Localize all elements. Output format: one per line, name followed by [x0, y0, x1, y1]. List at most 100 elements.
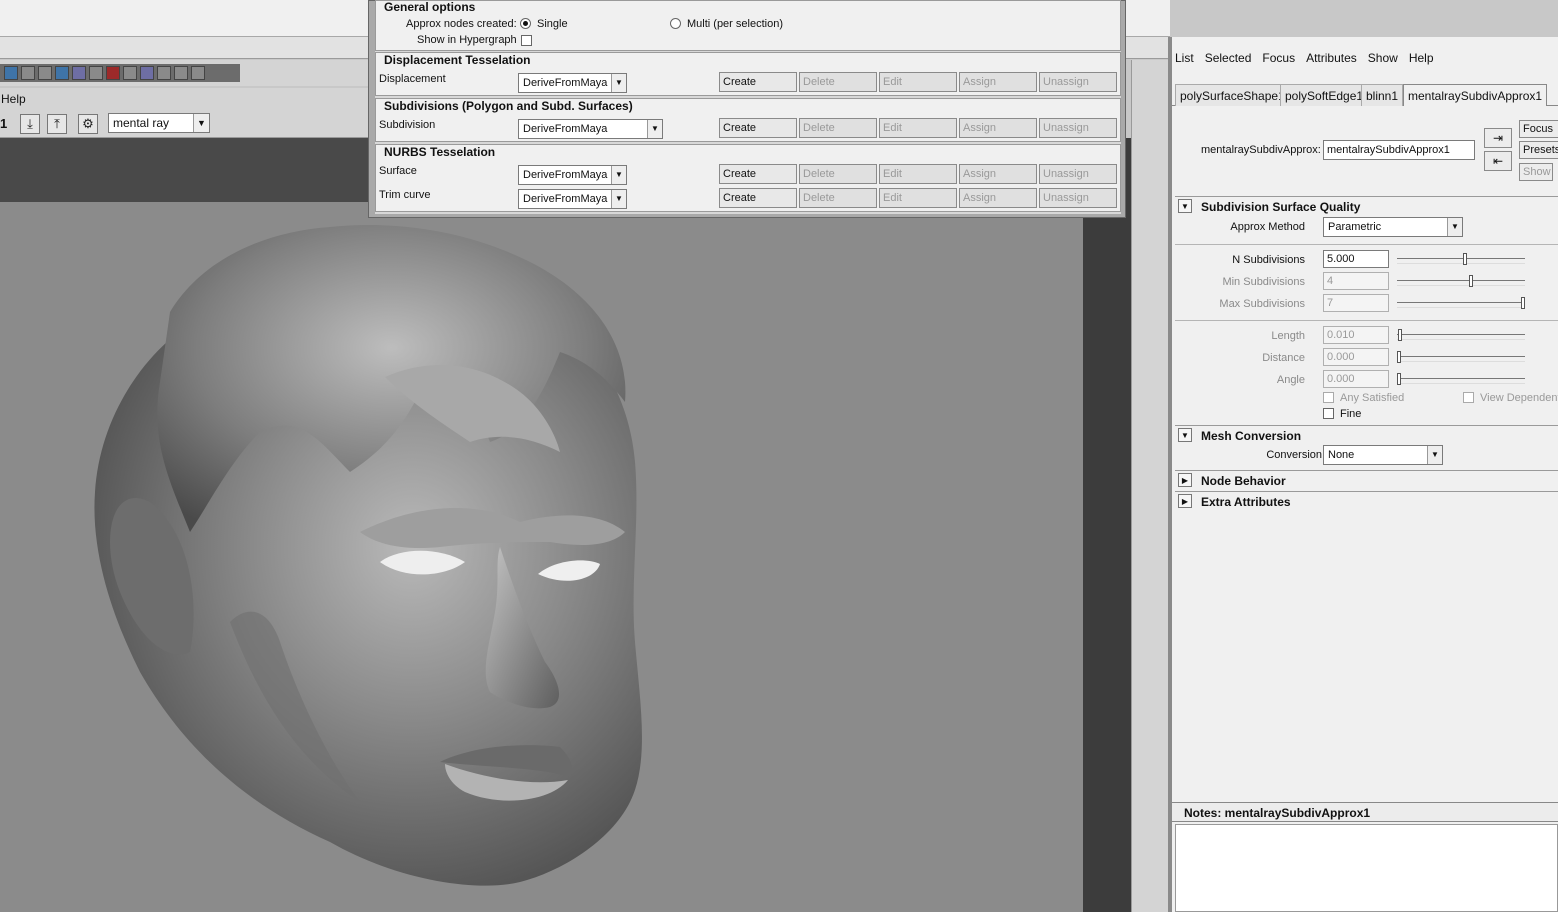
presets-button[interactable]: Presets: [1519, 141, 1558, 159]
tab-polysurfaceshape1[interactable]: polySurfaceShape1: [1175, 84, 1290, 106]
surface-select[interactable]: DeriveFromMaya ▼: [518, 165, 627, 185]
fine-label: Fine: [1340, 408, 1362, 420]
frame-mesh-conversion[interactable]: ▼ Mesh Conversion: [1175, 425, 1558, 445]
go-to-output-icon[interactable]: ⇤: [1484, 151, 1512, 171]
edit-button[interactable]: Edit: [879, 118, 957, 138]
shelf-icon[interactable]: [38, 66, 52, 80]
tab-mentalraysubdivapprox1[interactable]: mentalraySubdivApprox1: [1403, 84, 1548, 106]
unassign-button[interactable]: Unassign: [1039, 164, 1117, 184]
notes-textarea[interactable]: [1175, 824, 1558, 912]
shelf-icon[interactable]: [174, 66, 188, 80]
menu-help[interactable]: Help: [1409, 51, 1434, 71]
length-slider[interactable]: [1397, 329, 1525, 341]
tab-polysoftedge1[interactable]: polySoftEdge1: [1280, 84, 1369, 106]
menu-list[interactable]: List: [1175, 51, 1194, 71]
shelf-icon[interactable]: [191, 66, 205, 80]
collapse-arrow-icon[interactable]: ▼: [1178, 428, 1192, 442]
shelf-icon[interactable]: [140, 66, 154, 80]
slider-handle[interactable]: [1397, 351, 1401, 363]
collapse-arrow-icon[interactable]: ▼: [1178, 199, 1192, 213]
shelf-icon[interactable]: [21, 66, 35, 80]
edit-button[interactable]: Edit: [879, 72, 957, 92]
edit-button[interactable]: Edit: [879, 164, 957, 184]
view-dependent-checkbox[interactable]: [1463, 392, 1474, 403]
delete-button[interactable]: Delete: [799, 188, 877, 208]
go-to-input-icon[interactable]: ⇥: [1484, 128, 1512, 148]
menu-attributes[interactable]: Attributes: [1306, 51, 1357, 71]
assign-button[interactable]: Assign: [959, 72, 1037, 92]
frame-extra-attributes[interactable]: ▶ Extra Attributes: [1175, 491, 1558, 511]
conversion-select[interactable]: None ▼: [1323, 445, 1443, 465]
single-radio[interactable]: [520, 18, 531, 29]
focus-button[interactable]: Focus: [1519, 120, 1558, 138]
create-button[interactable]: Create: [719, 164, 797, 184]
create-button[interactable]: Create: [719, 72, 797, 92]
assign-button[interactable]: Assign: [959, 164, 1037, 184]
shelf-icons: [0, 64, 240, 82]
trim-curve-select[interactable]: DeriveFromMaya ▼: [518, 189, 627, 209]
distance-slider[interactable]: [1397, 351, 1525, 363]
n-subdivisions-field[interactable]: 5.000: [1323, 250, 1389, 268]
slider-handle[interactable]: [1469, 275, 1473, 287]
slider-handle[interactable]: [1397, 373, 1401, 385]
delete-button[interactable]: Delete: [799, 118, 877, 138]
frame-title: Subdivision Surface Quality: [1201, 200, 1361, 214]
expand-arrow-icon[interactable]: ▶: [1178, 494, 1192, 508]
tab-blinn1[interactable]: blinn1: [1361, 84, 1404, 106]
max-subdivisions-slider[interactable]: [1397, 297, 1525, 309]
help-menu[interactable]: Help: [1, 92, 26, 106]
show-hypergraph-checkbox[interactable]: [521, 35, 532, 46]
render-settings-icon[interactable]: ⚙: [78, 114, 98, 134]
n-subdivisions-slider[interactable]: [1397, 253, 1525, 265]
export-icon[interactable]: ⤒: [47, 114, 67, 134]
shelf-icon[interactable]: [55, 66, 69, 80]
approx-method-select[interactable]: Parametric ▼: [1323, 217, 1463, 237]
menu-focus[interactable]: Focus: [1262, 51, 1295, 71]
assign-button[interactable]: Assign: [959, 118, 1037, 138]
shelf-icon[interactable]: [89, 66, 103, 80]
min-subdivisions-slider[interactable]: [1397, 275, 1525, 287]
assign-button[interactable]: Assign: [959, 188, 1037, 208]
menu-selected[interactable]: Selected: [1205, 51, 1252, 71]
frame-subdivision-quality[interactable]: ▼ Subdivision Surface Quality: [1175, 196, 1558, 216]
length-field[interactable]: 0.010: [1323, 326, 1389, 344]
multi-radio[interactable]: [670, 18, 681, 29]
shelf-icon[interactable]: [4, 66, 18, 80]
unassign-button[interactable]: Unassign: [1039, 72, 1117, 92]
show-button[interactable]: Show: [1519, 163, 1553, 181]
min-subdivisions-field[interactable]: 4: [1323, 272, 1389, 290]
node-name-input[interactable]: mentalraySubdivApprox1: [1323, 140, 1475, 160]
delete-button[interactable]: Delete: [799, 72, 877, 92]
conversion-value: None: [1328, 449, 1355, 461]
angle-slider[interactable]: [1397, 373, 1525, 385]
max-subdivisions-field[interactable]: 7: [1323, 294, 1389, 312]
delete-button[interactable]: Delete: [799, 164, 877, 184]
create-button[interactable]: Create: [719, 118, 797, 138]
unassign-button[interactable]: Unassign: [1039, 118, 1117, 138]
slider-handle[interactable]: [1463, 253, 1467, 265]
distance-label: Distance: [1262, 352, 1305, 364]
edit-button[interactable]: Edit: [879, 188, 957, 208]
menu-show[interactable]: Show: [1368, 51, 1398, 71]
any-satisfied-checkbox[interactable]: [1323, 392, 1334, 403]
shelf-icon[interactable]: [72, 66, 86, 80]
frame-node-behavior[interactable]: ▶ Node Behavior: [1175, 470, 1558, 490]
angle-field[interactable]: 0.000: [1323, 370, 1389, 388]
subdivision-select[interactable]: DeriveFromMaya ▼: [518, 119, 663, 139]
unassign-button[interactable]: Unassign: [1039, 188, 1117, 208]
shelf-icon[interactable]: [106, 66, 120, 80]
slider-handle[interactable]: [1521, 297, 1525, 309]
notes-bar: Notes: mentalraySubdivApprox1: [1172, 802, 1558, 822]
fine-checkbox[interactable]: [1323, 408, 1334, 419]
distance-field[interactable]: 0.000: [1323, 348, 1389, 366]
slider-handle[interactable]: [1398, 329, 1402, 341]
displacement-select[interactable]: DeriveFromMaya ▼: [518, 73, 627, 93]
renderer-select[interactable]: mental ray ▼: [108, 113, 210, 133]
create-button[interactable]: Create: [719, 188, 797, 208]
displacement-section: Displacement Tesselation Displacement De…: [375, 52, 1121, 96]
import-icon[interactable]: ⤓: [20, 114, 40, 134]
viewport[interactable]: [0, 202, 1083, 912]
expand-arrow-icon[interactable]: ▶: [1178, 473, 1192, 487]
shelf-icon[interactable]: [123, 66, 137, 80]
shelf-icon[interactable]: [157, 66, 171, 80]
